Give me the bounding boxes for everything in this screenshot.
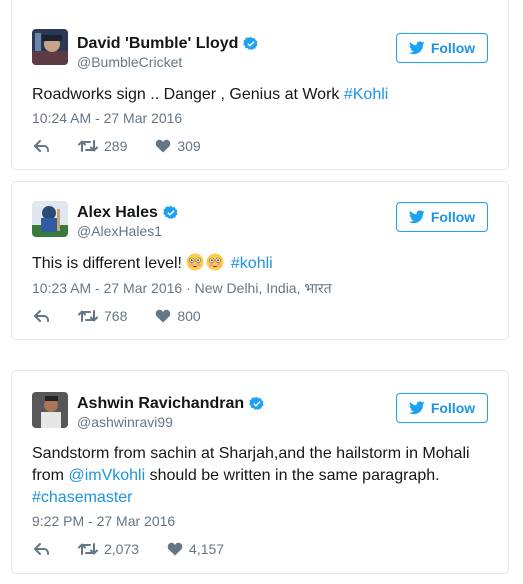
- tweet-text: Roadworks sign .. Danger , Genius at Wor…: [32, 84, 488, 106]
- twitter-bird-icon: [408, 41, 425, 55]
- user-name-text[interactable]: Ashwin Ravichandran: [77, 395, 244, 413]
- mention-link[interactable]: @imVkohli: [68, 467, 145, 484]
- tweet-text-line1: Sandstorm from sachin at Sharjah,and the…: [32, 445, 470, 462]
- tweet-card-bumble: David 'Bumble' Lloyd @BumbleCricket Foll…: [11, 0, 509, 170]
- user-name[interactable]: Alex Hales: [77, 204, 179, 222]
- meta-separator: ·: [186, 280, 195, 296]
- heart-icon: [167, 542, 183, 556]
- reply-icon: [34, 310, 49, 322]
- tweet-text-from: from: [32, 467, 69, 484]
- verified-badge-icon: [243, 37, 259, 51]
- avatar[interactable]: [32, 201, 68, 237]
- user-name-text[interactable]: David 'Bumble' Lloyd: [77, 35, 238, 53]
- avatar[interactable]: [32, 29, 68, 65]
- tweet-text: This is different level! #kohli: [32, 253, 488, 275]
- hashtag-link[interactable]: #chasemaster: [32, 489, 133, 506]
- heart-icon: [156, 309, 171, 323]
- tweet-actions: 2,073 4,157: [34, 541, 252, 557]
- tweet-card-hales: Alex Hales @AlexHales1 Follow This is di…: [11, 181, 509, 340]
- follow-button[interactable]: Follow: [396, 33, 488, 63]
- twitter-bird-icon: [408, 401, 425, 415]
- flushed-face-emoji-icon: [186, 253, 204, 271]
- tweet-actions: 289 309: [34, 138, 229, 154]
- like-button[interactable]: 4,157: [167, 541, 224, 557]
- like-button[interactable]: 800: [155, 308, 201, 324]
- retweet-count: 768: [104, 308, 128, 324]
- user-name[interactable]: Ashwin Ravichandran: [77, 395, 265, 413]
- user-name-text[interactable]: Alex Hales: [77, 204, 158, 222]
- follow-label: Follow: [430, 209, 476, 225]
- user-handle[interactable]: @AlexHales1: [77, 223, 179, 239]
- like-count: 309: [177, 138, 201, 154]
- reply-button[interactable]: [34, 309, 50, 323]
- like-count: 4,157: [189, 541, 225, 557]
- follow-button[interactable]: Follow: [396, 393, 488, 423]
- retweet-count: 289: [104, 138, 128, 154]
- tweet-text-body: Roadworks sign .. Danger , Genius at Wor…: [32, 86, 344, 103]
- reply-icon: [34, 543, 49, 555]
- tweet-text-body: This is different level!: [32, 255, 187, 272]
- heart-icon: [156, 139, 171, 153]
- reply-button[interactable]: [34, 542, 50, 556]
- tweet-text-line2: should be written in the same paragraph.: [145, 467, 440, 484]
- tweet-location[interactable]: New Delhi, India, भारत: [195, 280, 332, 296]
- reply-button[interactable]: [34, 139, 50, 153]
- retweet-icon: [78, 140, 98, 152]
- user-handle[interactable]: @BumbleCricket: [77, 54, 259, 70]
- retweet-icon: [78, 543, 98, 555]
- reply-icon: [34, 140, 49, 152]
- avatar[interactable]: [32, 392, 68, 428]
- tweet-meta: 10:23 AM - 27 Mar 2016 · New Delhi, Indi…: [32, 279, 332, 298]
- retweet-button[interactable]: 289: [78, 138, 127, 154]
- tweet-card-ashwin: Ashwin Ravichandran @ashwinravi99 Follow…: [11, 370, 509, 574]
- hashtag-link[interactable]: #kohli: [231, 255, 273, 272]
- user-handle[interactable]: @ashwinravi99: [77, 414, 265, 430]
- hashtag-link[interactable]: #Kohli: [344, 86, 388, 103]
- tweet-actions: 768 800: [34, 308, 229, 324]
- tweet-timestamp[interactable]: 10:24 AM - 27 Mar 2016: [32, 110, 182, 126]
- tweet-timestamp[interactable]: 9:22 PM - 27 Mar 2016: [32, 513, 175, 529]
- like-count: 800: [177, 308, 201, 324]
- retweet-icon: [78, 310, 98, 322]
- retweet-count: 2,073: [104, 541, 140, 557]
- tweet-timestamp[interactable]: 10:23 AM - 27 Mar 2016: [32, 280, 182, 296]
- retweet-button[interactable]: 768: [78, 308, 127, 324]
- like-button[interactable]: 309: [155, 138, 201, 154]
- verified-badge-icon: [249, 397, 264, 411]
- follow-label: Follow: [430, 40, 476, 56]
- tweet-text: Sandstorm from sachin at Sharjah,and the…: [32, 443, 488, 509]
- follow-button[interactable]: Follow: [396, 202, 488, 232]
- user-name[interactable]: David 'Bumble' Lloyd: [77, 35, 259, 53]
- flushed-face-emoji-icon: [206, 253, 224, 271]
- retweet-button[interactable]: 2,073: [78, 541, 139, 557]
- follow-label: Follow: [430, 400, 476, 416]
- verified-badge-icon: [163, 206, 178, 220]
- twitter-bird-icon: [408, 210, 425, 224]
